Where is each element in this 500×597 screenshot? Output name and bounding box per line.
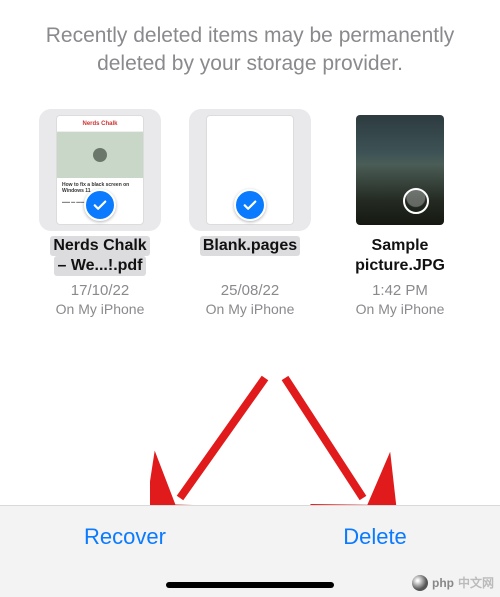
file-location: On My iPhone [356,301,445,317]
file-item[interactable]: Nerds Chalk How to fix a black screen on… [36,109,164,317]
file-date: 1:42 PM [372,282,428,299]
info-banner: Recently deleted items may be permanentl… [0,0,500,97]
recover-button[interactable]: Recover [0,524,250,550]
selection-check-icon [84,189,116,221]
file-name: Nerds Chalk – We...!.pdf [50,236,149,278]
file-item[interactable]: Sample picture.JPG 1:42 PM On My iPhone [336,109,464,317]
recently-deleted-grid: Nerds Chalk How to fix a black screen on… [0,97,500,317]
file-date: 25/08/22 [221,282,279,299]
file-name: Blank.pages [200,236,300,278]
file-item[interactable]: Blank.pages 25/08/22 On My iPhone [186,109,314,317]
php-logo-icon [412,575,428,591]
file-location: On My iPhone [56,301,145,317]
file-location: On My iPhone [206,301,295,317]
file-thumbnail[interactable]: Nerds Chalk How to fix a black screen on… [39,109,161,231]
home-indicator[interactable] [166,582,334,588]
file-thumbnail[interactable] [189,109,311,231]
file-thumbnail[interactable] [339,109,461,231]
selection-check-icon [234,189,266,221]
file-date: 17/10/22 [71,282,129,299]
file-name: Sample picture.JPG [355,236,445,278]
photo-preview [356,115,444,225]
delete-button[interactable]: Delete [250,524,500,550]
watermark: php 中文网 [412,574,494,591]
